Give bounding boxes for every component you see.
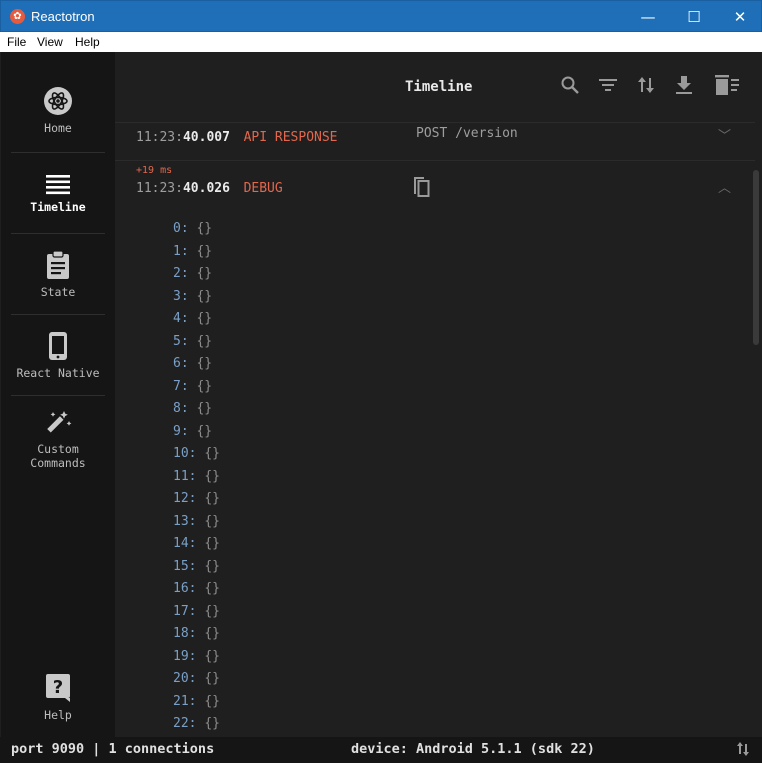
list-item: 10: {} [173, 446, 220, 461]
sidebar-item-label: Help [44, 708, 72, 722]
sort-icon[interactable] [635, 74, 657, 96]
close-icon: ✕ [733, 7, 747, 26]
timeline-row[interactable]: 11:23:40.007 API RESPONSE [136, 126, 338, 145]
clipboard-icon [47, 250, 69, 279]
timestamp: 11:23:40.026 [136, 181, 230, 196]
debug-entries: 0: {} 1: {} 2: {} 3: {} 4: {} 5: {} 6: {… [173, 221, 220, 739]
list-item: 21: {} [173, 693, 220, 709]
chevron-up-icon[interactable]: ︿ [718, 177, 731, 196]
sidebar-item-state[interactable]: State [11, 250, 105, 299]
menu-help[interactable]: Help [75, 32, 100, 49]
sidebar-item-label: Commands [30, 456, 86, 470]
connection-status: port 9090 | 1 connections [11, 741, 215, 757]
sidebar-divider [11, 233, 105, 234]
list-item: 20: {} [173, 671, 220, 686]
maximize-icon: ☐ [687, 7, 701, 26]
sidebar-item-timeline[interactable]: Timeline [11, 173, 105, 214]
help-icon: ? [46, 674, 70, 702]
list-item: 6: {} [173, 356, 213, 371]
close-button[interactable]: ✕ [717, 1, 762, 32]
sidebar-divider [11, 152, 105, 153]
sidebar-item-label: Home [44, 121, 72, 135]
sidebar-item-custom-commands[interactable]: Custom Commands [11, 409, 105, 470]
list-item: 3: {} [173, 288, 213, 304]
list-item: 8: {} [173, 401, 213, 416]
minimize-button[interactable]: — [625, 1, 671, 32]
menu-file[interactable]: File [7, 32, 26, 49]
page-title: Timeline [405, 79, 473, 95]
sidebar-divider [11, 395, 105, 396]
sidebar-item-help[interactable]: ? Help [11, 673, 105, 722]
list-item: 2: {} [173, 266, 213, 281]
list-item: 18: {} [173, 626, 220, 641]
list-item: 7: {} [173, 378, 213, 394]
timeline-panel: Timeline 11:23:40.007 API RESPONSE POST … [115, 52, 761, 737]
minimize-icon: — [640, 7, 656, 26]
list-item: 17: {} [173, 603, 220, 619]
event-subtitle: POST /version [416, 126, 518, 141]
svg-text:?: ? [53, 677, 63, 698]
timeline-row[interactable]: 11:23:40.026 DEBUG [136, 177, 283, 196]
status-bar: port 9090 | 1 connections device: Androi… [0, 737, 762, 763]
list-item: 14: {} [173, 536, 220, 551]
swap-vertical-icon[interactable] [735, 741, 751, 757]
list-item: 16: {} [173, 581, 220, 596]
sidebar-item-label: Custom [37, 442, 79, 456]
list-item: 1: {} [173, 243, 213, 259]
list-item: 9: {} [173, 423, 213, 439]
reactotron-app-icon: ✿ [10, 9, 25, 24]
sidebar-item-label: State [40, 285, 76, 299]
window-title: Reactotron [31, 9, 95, 24]
divider [115, 160, 755, 161]
sidebar: Home Timeline State React Native Custom … [1, 52, 115, 737]
timeline-icon [46, 175, 70, 195]
search-icon[interactable] [559, 74, 581, 96]
copy-icon[interactable] [411, 174, 431, 198]
magic-wand-icon [47, 411, 72, 433]
sidebar-item-home[interactable]: Home [11, 86, 105, 135]
sidebar-divider [11, 314, 105, 315]
clear-icon[interactable] [713, 74, 741, 96]
list-item: 11: {} [173, 468, 220, 484]
sidebar-item-label: React Native [16, 366, 100, 380]
list-item: 22: {} [173, 716, 220, 731]
time-delta: +19 ms [136, 165, 173, 176]
window-titlebar: ✿ Reactotron — ☐ ✕ [0, 0, 762, 32]
event-type: DEBUG [243, 181, 283, 196]
sidebar-item-label: Timeline [30, 200, 86, 214]
sidebar-item-react-native[interactable]: React Native [11, 331, 105, 380]
filter-icon[interactable] [597, 74, 619, 96]
scrollbar-thumb[interactable] [753, 170, 759, 345]
list-item: 4: {} [173, 311, 213, 326]
list-item: 15: {} [173, 558, 220, 574]
phone-icon [49, 332, 67, 360]
list-item: 12: {} [173, 491, 220, 506]
device-info: device: Android 5.1.1 (sdk 22) [351, 741, 595, 757]
reactotron-logo-icon [44, 87, 72, 115]
event-type: API RESPONSE [243, 130, 338, 145]
list-item: 13: {} [173, 513, 220, 529]
divider [115, 122, 755, 123]
list-item: 5: {} [173, 333, 213, 349]
list-item: 0: {} [173, 221, 213, 236]
menu-view[interactable]: View [37, 32, 63, 49]
chevron-down-icon[interactable]: ﹀ [718, 125, 731, 144]
maximize-button[interactable]: ☐ [671, 1, 717, 32]
download-icon[interactable] [673, 74, 695, 96]
list-item: 19: {} [173, 648, 220, 664]
timestamp: 11:23:40.007 [136, 130, 230, 145]
menu-bar: File View Help [0, 32, 762, 52]
